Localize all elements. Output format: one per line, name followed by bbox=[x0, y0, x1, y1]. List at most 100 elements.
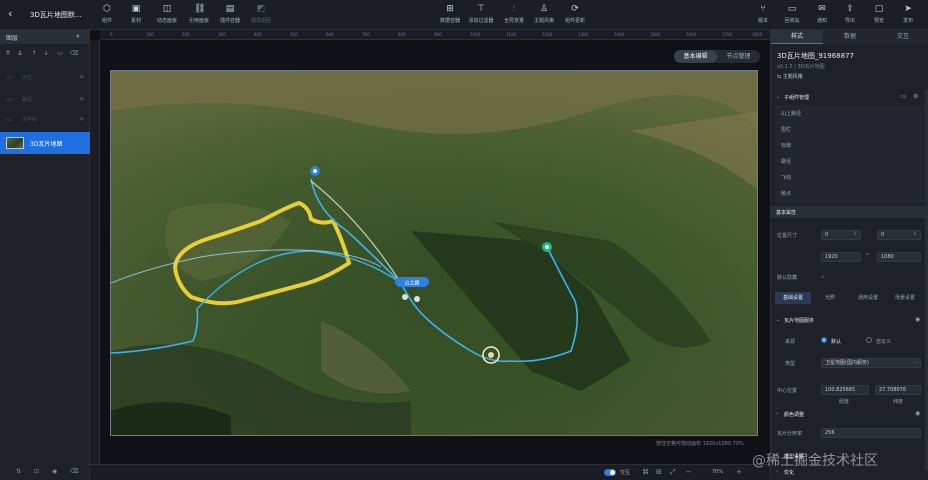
source-custom-radio[interactable] bbox=[866, 337, 872, 343]
type-select[interactable]: 卫星地图(国内服务) bbox=[821, 358, 921, 368]
sub-component-item[interactable]: 路径 bbox=[781, 158, 791, 165]
move-top-icon[interactable]: ⇈ bbox=[4, 50, 12, 58]
layer-thumbnail bbox=[6, 137, 24, 149]
sub-component-item[interactable]: 围栏 bbox=[781, 126, 791, 133]
sub-component-item[interactable]: 散点 bbox=[781, 190, 791, 197]
sub-component-section[interactable]: ⌄ 子组件管理 ▭ ⚙ bbox=[771, 91, 928, 103]
eye-icon[interactable]: ◉ bbox=[80, 96, 84, 102]
subtab-basic[interactable]: 基础设置 bbox=[775, 292, 811, 304]
toolbar-filter-button[interactable]: ⊤ 添加过滤器 bbox=[464, 4, 498, 28]
horizontal-ruler[interactable]: 0 100 200 300 400 500 600 700 800 900 10… bbox=[100, 30, 770, 40]
link-ratio-icon[interactable]: ⚭ bbox=[865, 252, 869, 258]
layer-group[interactable]: ▭ 文字标 ◉ bbox=[0, 112, 90, 126]
fit-icon[interactable]: ⤢ bbox=[670, 468, 676, 477]
search-icon[interactable]: ⌕ bbox=[76, 32, 85, 41]
height-input[interactable]: 1080 bbox=[877, 252, 921, 262]
eye-icon[interactable]: ◉ bbox=[80, 116, 84, 122]
layer-toolbar: ⇈ ⇊ ↑ ↓ ▭ ⌫ bbox=[0, 50, 90, 60]
center-lng-input[interactable]: 100.825665 bbox=[821, 385, 869, 395]
lock-icon[interactable]: ⊡ bbox=[34, 468, 42, 476]
move-down-icon[interactable]: ↓ bbox=[42, 50, 50, 58]
map-viewport[interactable]: 山之巅 bbox=[110, 70, 758, 436]
plugin-icon: ▤ bbox=[225, 4, 235, 14]
subtab-general[interactable]: 通用设置 bbox=[850, 292, 886, 304]
color-adjust-section[interactable]: › 颜色调整 ◉ bbox=[771, 408, 928, 420]
zoom-in-icon[interactable]: + bbox=[736, 468, 742, 476]
canvas-mode-tabs: 基本编辑 节点管理 bbox=[674, 50, 760, 63]
hidden-checkbox[interactable]: ▫ bbox=[821, 274, 824, 280]
interaction-toggle[interactable] bbox=[604, 469, 616, 476]
toolbar-dynamic-panel-button[interactable]: ◫ 动态面板 bbox=[150, 4, 184, 28]
stepper-icon[interactable]: ⇕ bbox=[913, 231, 917, 237]
ruler-tick: 100 bbox=[146, 32, 154, 37]
material-icon: ▣ bbox=[131, 4, 141, 14]
eye-icon[interactable]: ◉ bbox=[915, 316, 920, 323]
add-folder-icon[interactable]: ▭ bbox=[901, 93, 907, 100]
layer-group[interactable]: ▭ 路径 ◉ bbox=[0, 92, 90, 106]
toolbar-publish-button[interactable]: ➤ 发布 bbox=[891, 4, 925, 28]
move-bottom-icon[interactable]: ⇊ bbox=[16, 50, 24, 58]
toolbar-theme-button[interactable]: ♙ 主题风格 bbox=[527, 4, 561, 28]
refresh-icon: ⟳ bbox=[571, 4, 579, 14]
toolbar-group-button[interactable]: ◩ 成员组团 bbox=[244, 4, 278, 28]
tile-service-section[interactable]: ⌄ 瓦片地图服务 ◉ bbox=[771, 314, 928, 326]
folder-add-icon[interactable]: ▭ bbox=[56, 50, 64, 58]
visibility-icon[interactable]: ◉ bbox=[52, 468, 60, 476]
tab-basic-edit[interactable]: 基本编辑 bbox=[674, 50, 717, 63]
settings-icon[interactable]: ⚙ bbox=[913, 93, 918, 100]
satellite-terrain-map[interactable]: 山之巅 bbox=[111, 71, 758, 436]
tab-style[interactable]: 样式 bbox=[771, 30, 823, 44]
shortcut-icon[interactable]: ⌘ bbox=[642, 468, 649, 476]
toolbar-label: 回收站 bbox=[784, 18, 800, 24]
zoom-level[interactable]: 70% bbox=[712, 469, 723, 475]
move-up-icon[interactable]: ↑ bbox=[30, 50, 38, 58]
toolbar-link-panel-button[interactable]: ⛓ 引用面板 bbox=[182, 4, 216, 28]
section-title: 瓦片地图服务 bbox=[784, 318, 815, 324]
toolbar-recycle-button[interactable]: ▭ 回收站 bbox=[775, 4, 809, 28]
sub-component-item[interactable]: 山上路径 bbox=[781, 110, 801, 117]
ruler-tick: 1800 bbox=[752, 32, 763, 37]
center-lat-input[interactable]: 27.708076 bbox=[875, 385, 921, 395]
basic-props-header[interactable]: 基本属性 bbox=[771, 206, 928, 218]
layer-group[interactable]: ▭ 点位 ◉ bbox=[0, 70, 90, 84]
toolbar-global-var-button[interactable]: ⫶ 全局变量 bbox=[497, 4, 531, 28]
ruler-tick: 1700 bbox=[722, 32, 733, 37]
layer-item-label: 3D瓦片地图 bbox=[30, 141, 63, 148]
folder-icon: ▭ bbox=[6, 95, 13, 103]
grid-icon[interactable]: ⊞ bbox=[656, 468, 662, 476]
default-hidden-label: 默认隐藏 bbox=[777, 275, 798, 281]
sort-icon[interactable]: ⇅ bbox=[16, 468, 24, 476]
datasource-icon: ⊞ bbox=[446, 4, 454, 14]
ruler-tick: 1100 bbox=[506, 32, 517, 37]
tab-data[interactable]: 数据 bbox=[824, 30, 876, 44]
eye-icon[interactable]: ◉ bbox=[915, 410, 920, 417]
tile-resolution-input[interactable]: 256 bbox=[821, 428, 921, 438]
toolbar-label: 发布 bbox=[902, 18, 913, 24]
toolbar-update-button[interactable]: ⟳ 组件更新 bbox=[558, 4, 592, 28]
ruler-tick: 1000 bbox=[470, 32, 481, 37]
property-panel: 样式 数据 交互 3D瓦片地图_91968877 v0.1.5 | 3D瓦片地图… bbox=[770, 30, 928, 480]
subtab-scene[interactable]: 场景设置 bbox=[887, 292, 923, 304]
toolbar-datasource-button[interactable]: ⊞ 数据容器 bbox=[433, 4, 467, 28]
vertical-ruler[interactable] bbox=[90, 40, 100, 480]
theme-link[interactable]: ⇆ 主题风格 bbox=[777, 73, 803, 80]
toolbar-plugin-button[interactable]: ▤ 插件容器 bbox=[213, 4, 247, 28]
width-input[interactable]: 1920 bbox=[821, 252, 861, 262]
sub-component-item[interactable]: 飞线 bbox=[781, 174, 791, 181]
map-pin-icon[interactable] bbox=[542, 242, 552, 252]
delete-icon[interactable]: ⌫ bbox=[70, 50, 78, 58]
trash-icon[interactable]: ⌫ bbox=[70, 468, 78, 476]
toolbar-material-button[interactable]: ▣ 素材 bbox=[119, 4, 153, 28]
eye-icon[interactable]: ◉ bbox=[80, 74, 84, 80]
zoom-out-icon[interactable]: − bbox=[686, 468, 692, 476]
map-label-text: 山之巅 bbox=[404, 280, 419, 287]
map-pin-icon[interactable] bbox=[310, 166, 320, 176]
back-arrow-icon[interactable]: ‹ bbox=[8, 8, 18, 20]
tab-node-manage[interactable]: 节点管理 bbox=[717, 50, 760, 63]
sub-component-item[interactable]: 标牌 bbox=[781, 142, 791, 149]
stepper-icon[interactable]: ⇕ bbox=[853, 231, 857, 237]
tab-interaction[interactable]: 交互 bbox=[877, 30, 928, 44]
source-default-radio[interactable] bbox=[821, 337, 827, 343]
subtab-light[interactable]: 光照 bbox=[812, 292, 848, 304]
layer-item-3d-tile-map[interactable]: 3D瓦片地图 bbox=[0, 132, 90, 154]
